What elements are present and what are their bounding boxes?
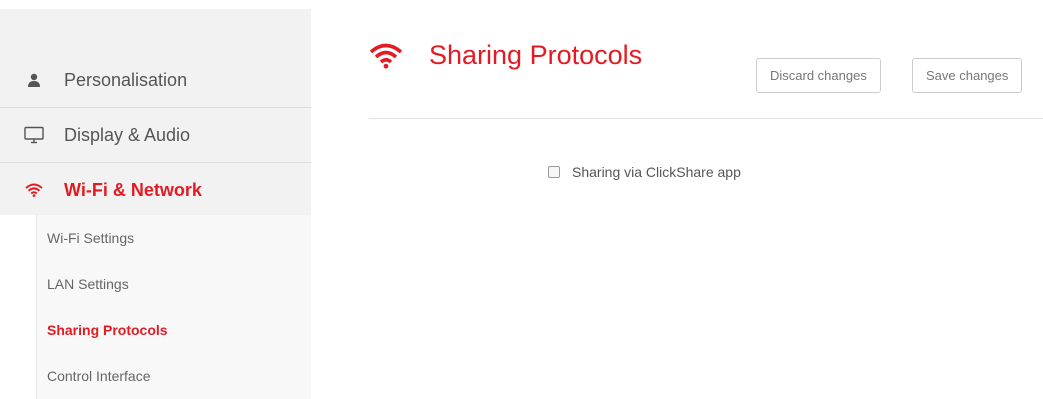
- sharing-option: Sharing via ClickShare app: [548, 164, 741, 180]
- sidebar-item-label: Display & Audio: [64, 124, 191, 145]
- sidebar-item-label: Personalisation: [64, 69, 188, 90]
- page-header: Sharing Protocols Discard changes Save c…: [369, 0, 1043, 119]
- sidebar-subitem-wifi-settings[interactable]: Wi-Fi Settings: [37, 215, 311, 261]
- page-title: Sharing Protocols: [369, 40, 642, 71]
- sidebar-main-nav: Personalisation Display & Audio Wi-Fi & …: [0, 9, 311, 215]
- wifi-icon: [369, 41, 405, 71]
- discard-changes-button[interactable]: Discard changes: [756, 58, 881, 93]
- sidebar: Personalisation Display & Audio Wi-Fi & …: [0, 9, 311, 399]
- sidebar-item-display-audio[interactable]: Display & Audio: [0, 107, 311, 162]
- main-content: Sharing Protocols Discard changes Save c…: [369, 0, 1043, 399]
- wifi-icon: [23, 179, 45, 201]
- sidebar-item-personalisation[interactable]: Personalisation: [0, 53, 311, 107]
- sidebar-subitem-control-interface[interactable]: Control Interface: [37, 353, 311, 399]
- sidebar-item-wifi-network[interactable]: Wi-Fi & Network: [0, 162, 311, 217]
- settings-page: Personalisation Display & Audio Wi-Fi & …: [0, 0, 1043, 399]
- sidebar-item-label: Wi-Fi & Network: [64, 179, 202, 200]
- save-changes-button[interactable]: Save changes: [912, 58, 1023, 93]
- sidebar-subitem-lan-settings[interactable]: LAN Settings: [37, 261, 311, 307]
- sidebar-subitem-sharing-protocols[interactable]: Sharing Protocols: [37, 307, 311, 353]
- clickshare-app-label[interactable]: Sharing via ClickShare app: [572, 164, 741, 180]
- user-icon: [23, 69, 45, 91]
- page-title-text: Sharing Protocols: [429, 40, 643, 70]
- clickshare-app-checkbox[interactable]: [548, 166, 560, 178]
- monitor-icon: [23, 124, 45, 146]
- sidebar-sub-nav: Wi-Fi Settings LAN Settings Sharing Prot…: [36, 215, 311, 399]
